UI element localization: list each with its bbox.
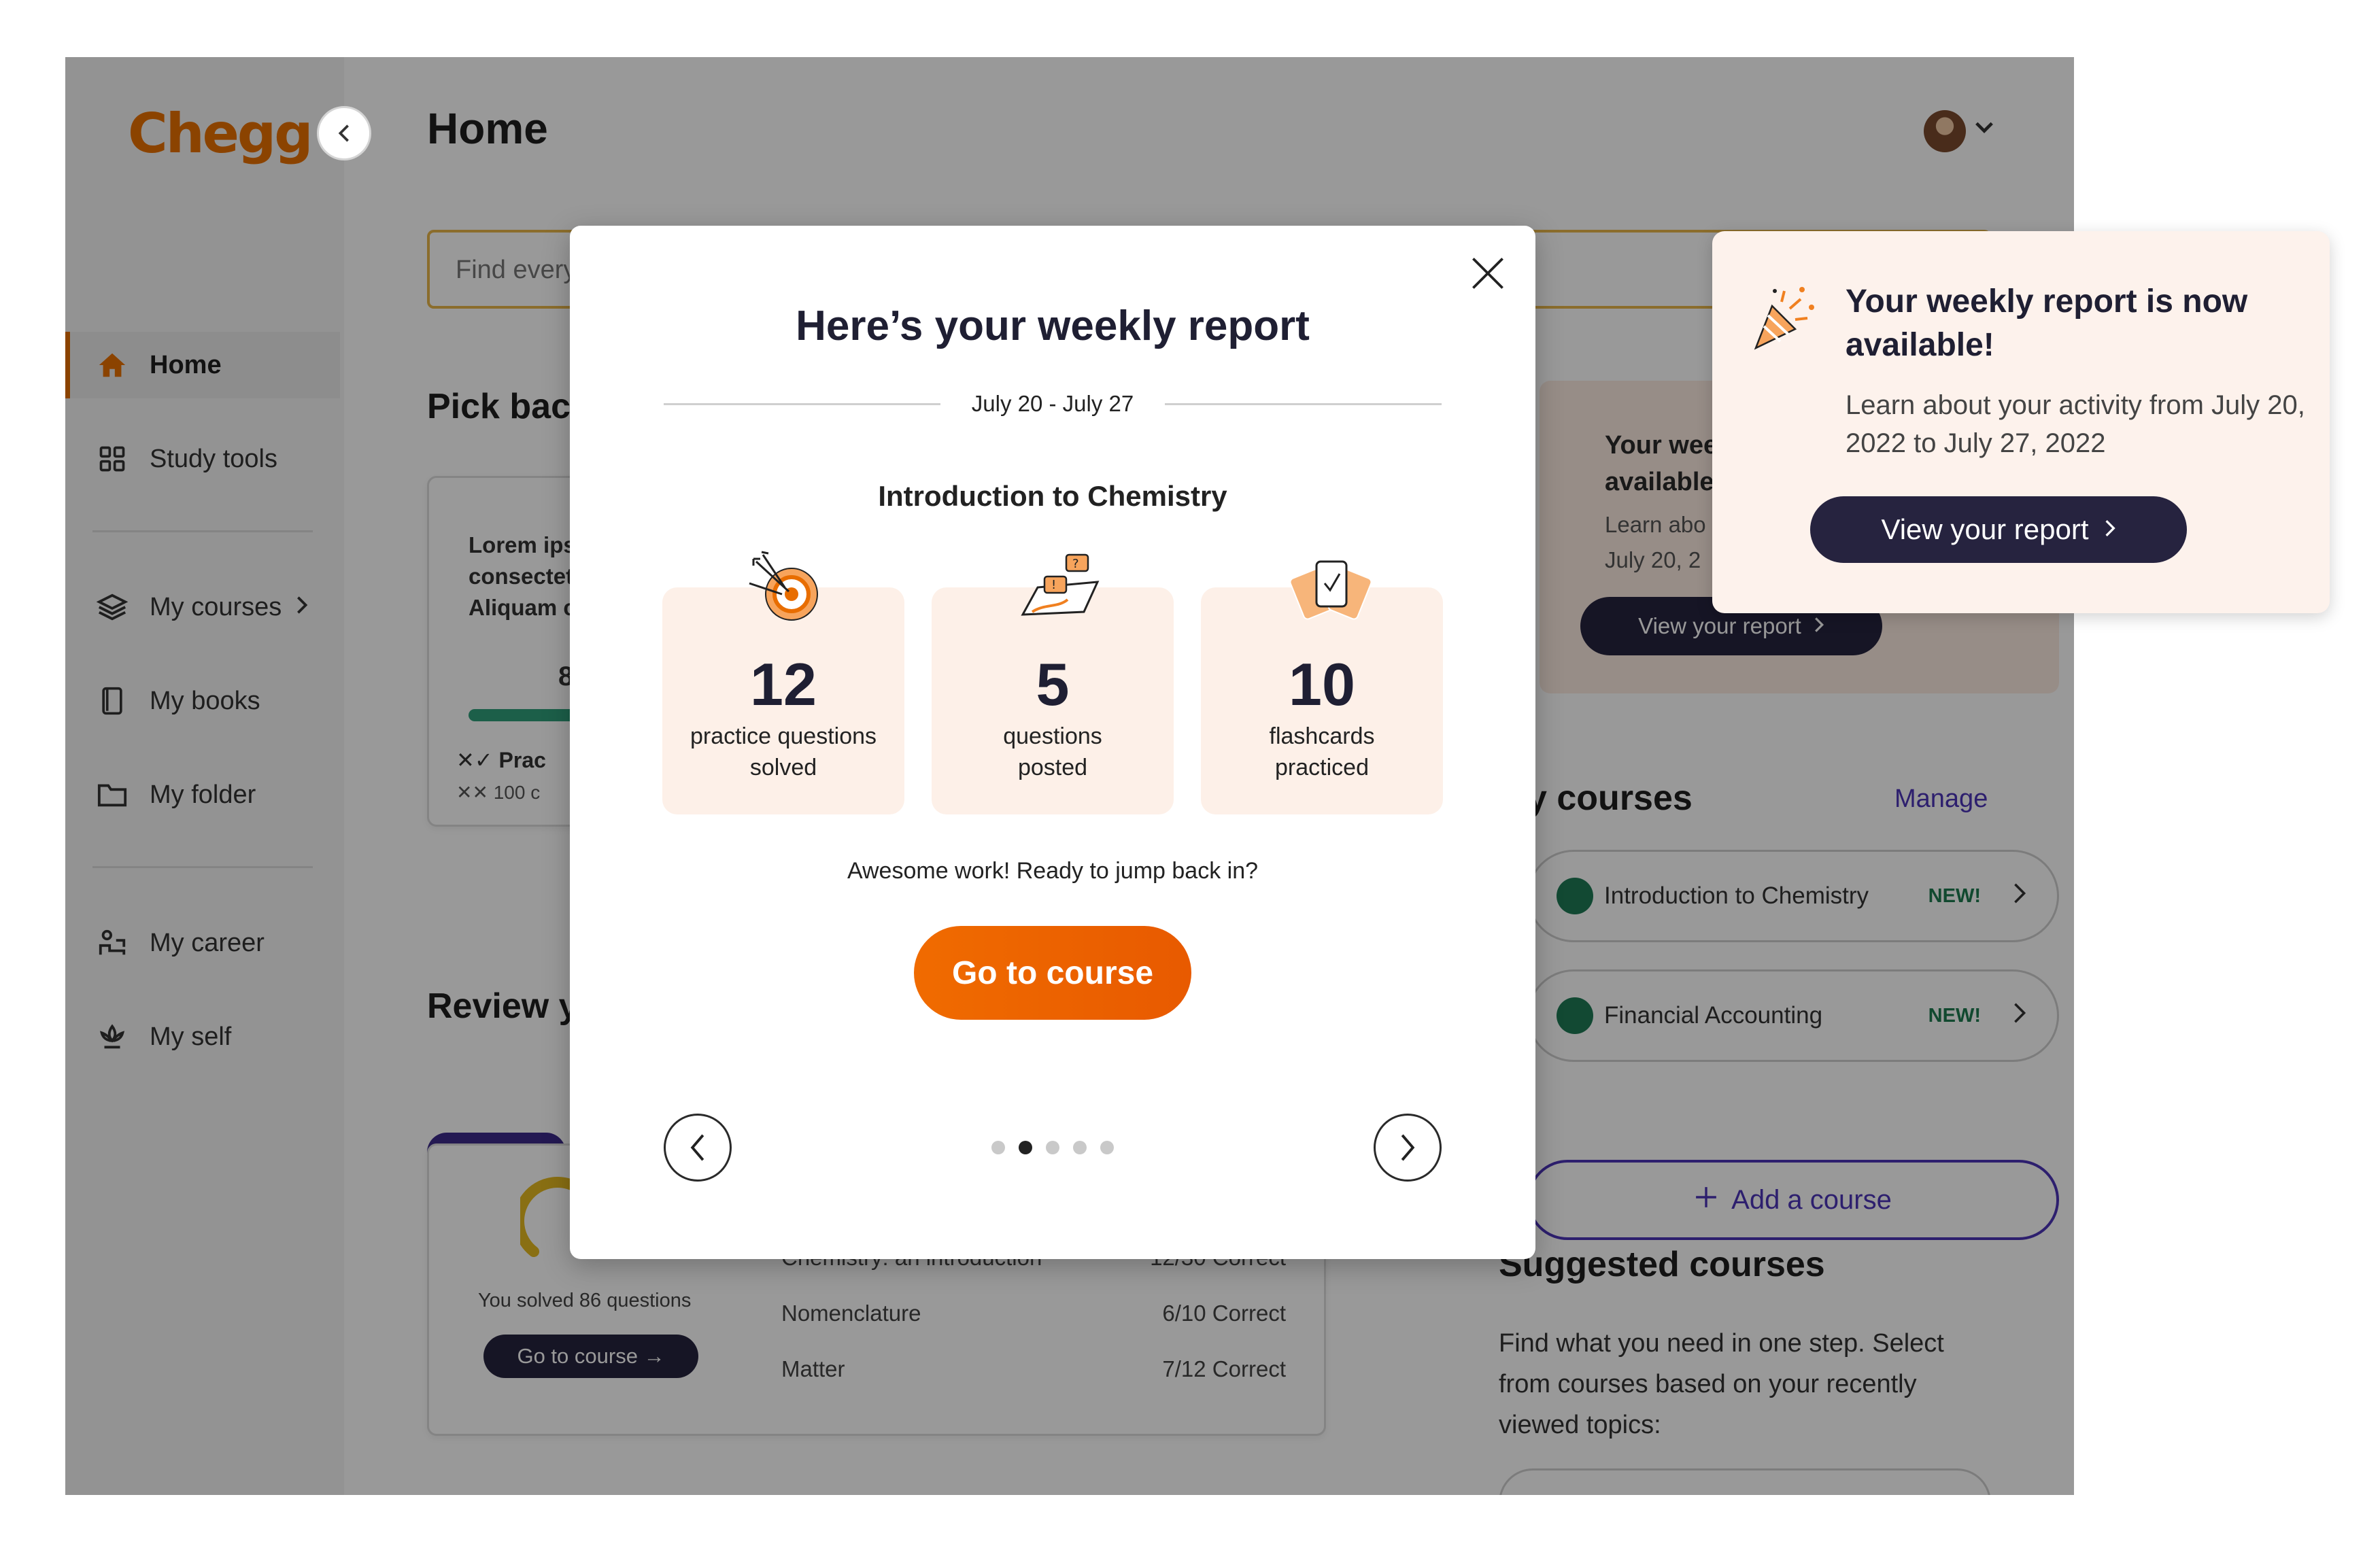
weekly-report-modal: Here’s your weekly report July 20 - July… (570, 226, 1535, 1259)
date-range-text: July 20 - July 27 (971, 391, 1134, 416)
svg-text:?: ? (1072, 557, 1079, 571)
previous-button[interactable] (664, 1114, 732, 1182)
notification-body: Learn about your activity from July 20, … (1846, 390, 2305, 458)
pager-dot[interactable] (991, 1141, 1005, 1154)
collapse-sidebar-button[interactable] (317, 106, 371, 160)
notification-title: Your weekly report is now available! (1846, 283, 2248, 363)
party-popper-icon (1754, 287, 1814, 350)
course-name: Introduction to Chemistry (878, 480, 1227, 512)
divider (664, 402, 940, 405)
stat-value: 5 (1036, 651, 1070, 718)
go-to-course-button[interactable]: Go to course (914, 926, 1191, 1020)
view-report-button[interactable]: View your report (1810, 496, 2187, 563)
stat-label: questions posted (1003, 723, 1102, 780)
screen: Chegg Home Study tools My courses My boo… (0, 0, 2380, 1548)
stat-label: flashcards practiced (1269, 723, 1375, 780)
next-button[interactable] (1374, 1114, 1442, 1182)
pager-dot-active[interactable] (1019, 1141, 1032, 1154)
divider (1165, 402, 1442, 405)
chevron-left-icon (690, 1134, 704, 1161)
encouragement-text: Awesome work! Ready to jump back in? (847, 858, 1259, 884)
flashcards-icon (1289, 560, 1372, 620)
modal-title: Here’s your weekly report (796, 303, 1310, 349)
close-button[interactable] (1461, 246, 1515, 300)
weekly-report-notification: Your weekly report is now available! Lea… (1712, 231, 2330, 613)
pager-dot[interactable] (1073, 1141, 1087, 1154)
pager-dot[interactable] (1046, 1141, 1059, 1154)
chevron-right-icon (1401, 1134, 1415, 1161)
target-icon (749, 551, 818, 621)
stat-value: 10 (1289, 651, 1355, 718)
pager-dot[interactable] (1100, 1141, 1114, 1154)
question-map-icon: ! ? (1021, 553, 1100, 616)
stat-value: 12 (750, 651, 817, 718)
svg-text:!: ! (1051, 578, 1056, 592)
close-icon (1472, 258, 1503, 289)
chevron-right-icon (2104, 513, 2116, 546)
pager-dots (991, 1141, 1114, 1154)
date-range: July 20 - July 27 (664, 383, 1442, 424)
stat-label: practice questions solved (690, 723, 877, 780)
